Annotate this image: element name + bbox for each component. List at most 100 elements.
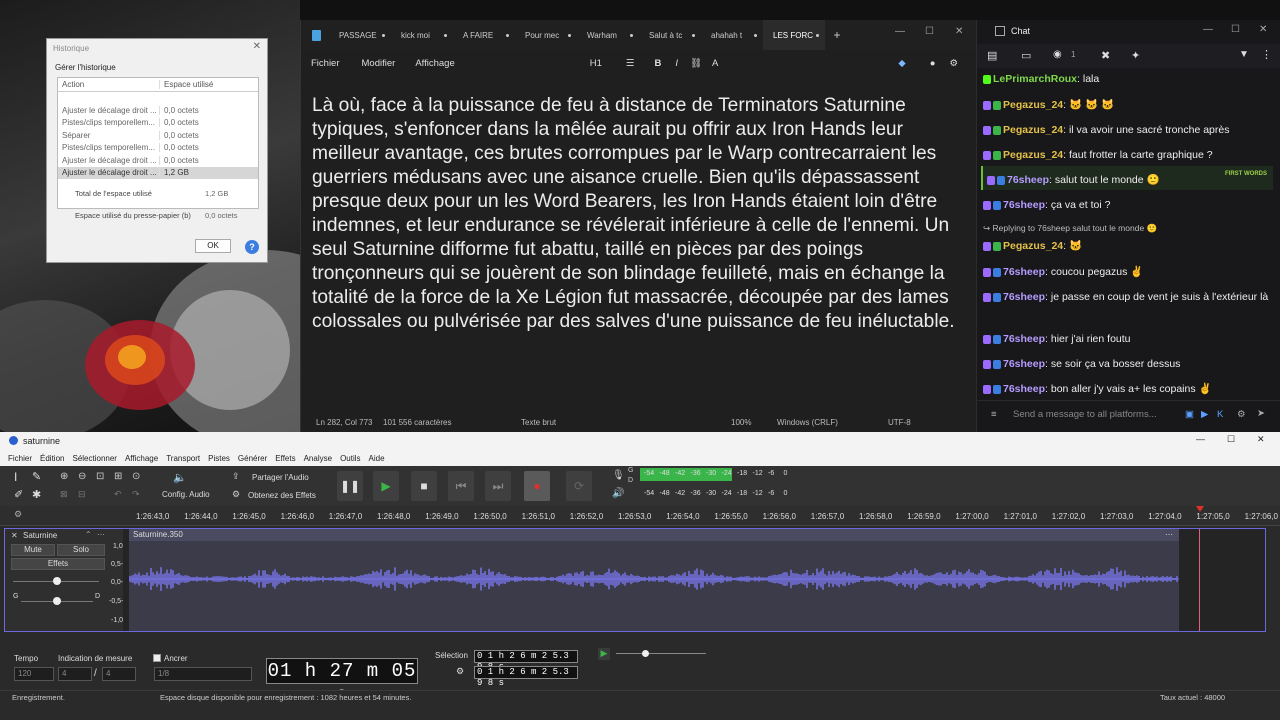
maximize-icon[interactable]: ☐	[1227, 434, 1235, 445]
pan-slider[interactable]	[53, 597, 61, 605]
time-signature-denominator[interactable]: 4	[102, 667, 136, 681]
chat-input[interactable]: Send a message to all platforms...	[1013, 409, 1157, 420]
chat-username[interactable]: Pegazus_24	[1003, 99, 1063, 111]
zoom-out-icon[interactable]: ⊖	[78, 471, 86, 482]
maximize-icon[interactable]: ☐	[1231, 24, 1240, 35]
fit-selection-icon[interactable]: ⊡	[96, 471, 104, 482]
tab-item[interactable]: Warham	[577, 20, 639, 50]
table-row[interactable]: Ajuster le décalage droit ... 0,0 octets	[58, 104, 258, 117]
send-icon[interactable]: ➤	[1257, 408, 1265, 419]
tab-item[interactable]: Pour mec	[515, 20, 577, 50]
settings-icon[interactable]: ⚙	[1237, 409, 1246, 420]
link-icon[interactable]: ⛓	[690, 58, 702, 69]
mute-button[interactable]: Mute	[11, 544, 55, 556]
chat-username[interactable]: 76sheep	[1003, 291, 1045, 303]
collapse-icon[interactable]: ⌃	[85, 530, 92, 539]
selection-tool-icon[interactable]: I	[14, 470, 17, 484]
table-row-selected[interactable]: Ajuster le décalage droit ... 1,2 GB	[58, 166, 258, 179]
speaker-icon[interactable]: 🔈	[173, 471, 187, 484]
bold-icon[interactable]: B	[654, 58, 661, 69]
chat-username[interactable]: 76sheep	[1003, 383, 1045, 395]
get-effects-button[interactable]: Obtenez des Effets	[248, 491, 316, 500]
recording-meter[interactable]: -54 -48 -42 -36 -30 -24 -18 -12 -6 0	[640, 468, 788, 481]
zoom-in-icon[interactable]: ⊕	[60, 471, 68, 482]
kick-icon[interactable]: K	[1217, 409, 1223, 420]
help-icon[interactable]: ?	[245, 240, 259, 254]
trim-icon[interactable]: ⊠	[60, 489, 68, 500]
tab-item[interactable]: kick moi	[391, 20, 453, 50]
pause-button[interactable]: ❚❚	[337, 471, 363, 501]
sparkle-icon[interactable]: ✦	[1131, 49, 1140, 62]
solo-button[interactable]: Solo	[57, 544, 105, 556]
redo-icon[interactable]: ↷	[132, 489, 140, 500]
minimize-icon[interactable]: —	[1203, 24, 1213, 35]
share-audio-button[interactable]: Partager l'Audio	[252, 473, 309, 482]
close-icon[interactable]: ✕	[1257, 434, 1265, 445]
gain-slider[interactable]	[53, 577, 61, 585]
selection-start-field[interactable]: 0 1 h 2 6 m 2 5.3 9 8 s	[474, 650, 578, 672]
audio-clip[interactable]: Saturnine.350 ⋯	[129, 529, 1179, 631]
audio-setup-button[interactable]: Config. Audio	[162, 490, 210, 499]
table-row[interactable]: Pistes/clips temporellem... 0,0 octets	[58, 142, 258, 155]
new-tab-button[interactable]: +	[825, 28, 849, 42]
platform-icon[interactable]: ▣	[1185, 409, 1194, 420]
chat-username[interactable]: Pegazus_24	[1003, 149, 1063, 161]
clip-header[interactable]: Saturnine.350 ⋯	[129, 529, 1179, 541]
menu-modifier[interactable]: Modifier	[362, 58, 396, 69]
menu-fichier[interactable]: Fichier	[311, 58, 340, 69]
timeline-settings-icon[interactable]: ⚙	[14, 509, 22, 520]
close-icon[interactable]: ✕	[253, 41, 261, 52]
minimize-icon[interactable]: —	[1196, 434, 1205, 444]
chat-username[interactable]: 76sheep	[1003, 333, 1045, 345]
menu-item[interactable]: Édition	[40, 454, 64, 463]
track-name[interactable]: Saturnine	[23, 531, 57, 540]
minimize-icon[interactable]: —	[895, 26, 905, 37]
snap-checkbox[interactable]	[153, 654, 161, 662]
list-icon[interactable]: ☰	[626, 58, 635, 69]
plugin-icon[interactable]: ⚙	[232, 489, 240, 500]
menu-item[interactable]: Outils	[340, 454, 360, 463]
menu-item[interactable]: Aide	[369, 454, 385, 463]
more-icon[interactable]: ⋮	[1261, 48, 1272, 61]
clip-menu-icon[interactable]: ⋯	[1165, 529, 1173, 541]
chat-username[interactable]: LePrimarchRoux	[993, 73, 1077, 85]
table-row[interactable]: Séparer 0,0 octets	[58, 129, 258, 142]
draw-tool-icon[interactable]: ✐	[14, 488, 23, 501]
viewers-icon[interactable]: ◉	[1053, 49, 1062, 60]
loop-button[interactable]: ⟳	[566, 471, 592, 501]
chat-username[interactable]: 76sheep	[1007, 174, 1049, 186]
youtube-icon[interactable]: ▶	[1201, 409, 1208, 420]
chat-username[interactable]: Pegazus_24	[1003, 124, 1063, 136]
play-button[interactable]: ▶	[373, 471, 399, 501]
heading-dropdown[interactable]: H1	[590, 58, 602, 69]
time-display[interactable]: 01 h 27 m 05 s	[266, 658, 418, 706]
menu-item[interactable]: Effets	[275, 454, 295, 463]
account-icon[interactable]: ●	[930, 58, 936, 69]
skip-start-button[interactable]: ⏮	[448, 471, 474, 501]
activity-icon[interactable]: ▭	[1021, 49, 1031, 62]
playback-meter[interactable]: -54 -48 -42 -36 -30 -24 -18 -12 -6 0	[640, 488, 788, 501]
table-row[interactable]: Ajuster le décalage droit ... 0,0 octets	[58, 154, 258, 167]
tab-item-active[interactable]: LES FORC	[763, 20, 825, 50]
menu-affichage[interactable]: Affichage	[415, 58, 454, 69]
stop-button[interactable]: ■	[411, 471, 437, 501]
copilot-icon[interactable]: ◆	[898, 58, 905, 69]
close-icon[interactable]: ✕	[1259, 24, 1267, 35]
clear-format-icon[interactable]: A	[712, 58, 718, 69]
chat-icon[interactable]: ▤	[987, 49, 997, 62]
play-at-speed-icon[interactable]: ▶	[598, 648, 610, 660]
tab-item[interactable]: ahahah t	[701, 20, 763, 50]
ok-button[interactable]: OK	[195, 239, 231, 253]
track-menu-icon[interactable]: ⋯	[97, 530, 105, 539]
menu-icon[interactable]: ≡	[991, 409, 997, 420]
chat-username[interactable]: 76sheep	[1003, 266, 1045, 278]
menu-item[interactable]: Transport	[166, 454, 200, 463]
chat-username[interactable]: 76sheep	[1003, 358, 1045, 370]
playback-speaker-icon[interactable]: 🔊	[612, 488, 624, 499]
time-signature-numerator[interactable]: 4	[58, 667, 92, 681]
selection-settings-icon[interactable]: ⚙	[456, 666, 464, 677]
effects-button[interactable]: Effets	[11, 558, 105, 570]
chat-username[interactable]: 76sheep	[1003, 199, 1045, 211]
menu-item[interactable]: Analyse	[304, 454, 332, 463]
fit-project-icon[interactable]: ⊞	[114, 471, 122, 482]
